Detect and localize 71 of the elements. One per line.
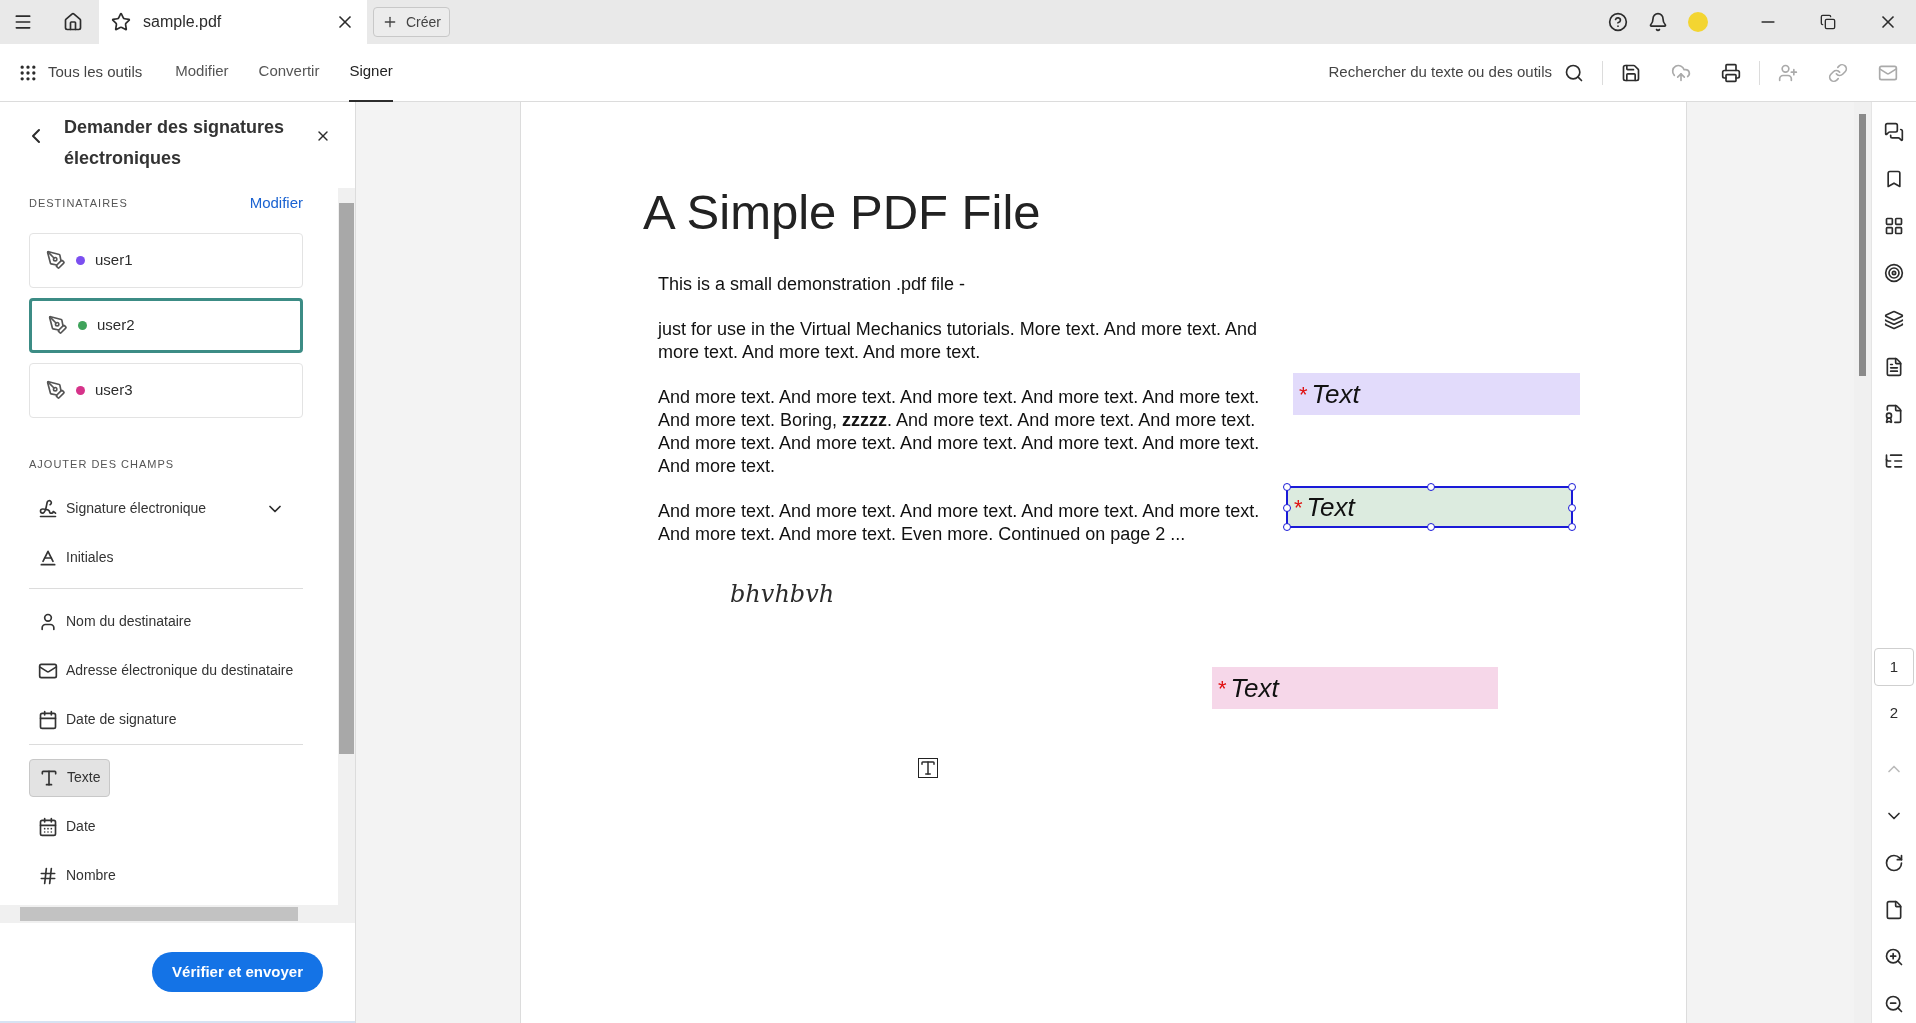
section-heading: AJOUTER DES CHAMPS — [29, 456, 176, 472]
person-icon — [38, 611, 58, 632]
field-type-item[interactable]: Adresse électronique du destinataire — [29, 651, 303, 690]
document-tab[interactable]: sample.pdf — [99, 0, 367, 44]
scrollbar[interactable] — [1854, 102, 1871, 1023]
actual-size-icon[interactable] — [1884, 900, 1904, 920]
horizontal-scrollbar[interactable] — [0, 905, 355, 923]
tab-title: sample.pdf — [143, 12, 223, 32]
tree-icon[interactable] — [1884, 451, 1904, 471]
grid-icon[interactable] — [1884, 216, 1904, 236]
page-number[interactable]: 2 — [1874, 694, 1914, 732]
text-form-field[interactable]: *Text — [1212, 667, 1498, 709]
bookmark-icon[interactable] — [1884, 169, 1904, 189]
restore-icon[interactable] — [1820, 14, 1836, 30]
paragraph: And more text. And more text. And more text. And more text. And more text. And more text. Boring, zzzzz. And more text. And more text. And more text. And more text. And more text. And more text. And more text. And more text. And more text. — [658, 386, 1261, 478]
search-icon[interactable] — [1564, 62, 1584, 83]
menu-tab[interactable]: Modifier — [175, 43, 229, 102]
recipient-name: user2 — [97, 314, 135, 335]
edit-link[interactable]: Modifier — [249, 192, 303, 215]
field-type-item[interactable]: Date de signature — [29, 700, 186, 739]
layers-icon[interactable] — [1884, 310, 1904, 330]
menu-icon[interactable] — [13, 12, 33, 32]
recipient-card[interactable]: user1 — [29, 232, 303, 288]
paragraph: And more text. And more text. And more text. And more text. And more text. And more text. And more text. Even more. Continued on page 2 ... — [658, 500, 1261, 546]
save-icon[interactable] — [1621, 62, 1641, 83]
field-type-item[interactable]: Texte — [29, 758, 111, 797]
recipient-name: user1 — [95, 249, 133, 270]
rotate-icon[interactable] — [1884, 853, 1904, 873]
pen-icon — [48, 315, 68, 335]
text-form-field[interactable]: *Text — [1286, 486, 1573, 528]
comments-icon[interactable] — [1884, 122, 1904, 142]
field-type-item[interactable]: Initiales — [29, 538, 123, 577]
page-number[interactable]: 1 — [1874, 648, 1914, 686]
document-badge-icon[interactable] — [1884, 404, 1904, 424]
signature-pen-icon — [38, 498, 58, 519]
all-tools-button[interactable]: Tous les outils — [48, 61, 143, 84]
hash-icon — [38, 865, 58, 886]
text-field-icon — [918, 758, 938, 778]
recipient-card[interactable]: user2 — [29, 297, 303, 353]
plus-icon — [382, 14, 398, 30]
printer-icon[interactable] — [1721, 62, 1741, 83]
pen-icon — [46, 250, 66, 270]
menu-tab[interactable]: Convertir — [258, 43, 320, 102]
zoom-in-icon[interactable] — [1884, 947, 1904, 967]
paragraph: This is a small demonstration .pdf file - — [658, 273, 967, 296]
paragraph: just for use in the Virtual Mechanics tutorials. More text. And more text. And more text. And more text. And more text. — [658, 318, 1258, 364]
handwritten-signature: bhvhbvh — [730, 579, 835, 610]
submit-button[interactable]: Vérifier et envoyer — [152, 952, 323, 992]
calendar-icon — [38, 816, 58, 837]
section-heading: DESTINATAIRES — [29, 196, 128, 211]
document-icon[interactable] — [1884, 357, 1904, 377]
scrollbar[interactable] — [338, 188, 355, 905]
target-icon[interactable] — [1884, 263, 1904, 283]
field-type-item[interactable]: Signature électronique — [29, 489, 294, 528]
home-icon[interactable] — [63, 12, 83, 32]
calendar-icon — [38, 709, 58, 730]
help-icon[interactable] — [1608, 12, 1628, 32]
field-type-item[interactable]: Nombre — [29, 856, 125, 895]
create-button[interactable]: Créer — [373, 7, 450, 37]
pen-icon — [46, 380, 66, 400]
bell-icon[interactable] — [1648, 12, 1668, 32]
recipient-name: user3 — [95, 379, 133, 400]
text-form-field[interactable]: *Text — [1293, 373, 1580, 415]
field-type-item[interactable]: Nom du destinataire — [29, 602, 201, 641]
panel-title: Demander des signatures électroniques — [64, 116, 286, 170]
document-title: A Simple PDF File — [643, 188, 1042, 237]
zoom-out-icon[interactable] — [1884, 994, 1904, 1014]
search-label[interactable]: Rechercher du texte ou des outils — [1328, 61, 1552, 84]
recipient-card[interactable]: user3 — [29, 362, 303, 418]
star-icon[interactable] — [111, 12, 131, 32]
field-type-item[interactable]: Date — [29, 807, 105, 846]
